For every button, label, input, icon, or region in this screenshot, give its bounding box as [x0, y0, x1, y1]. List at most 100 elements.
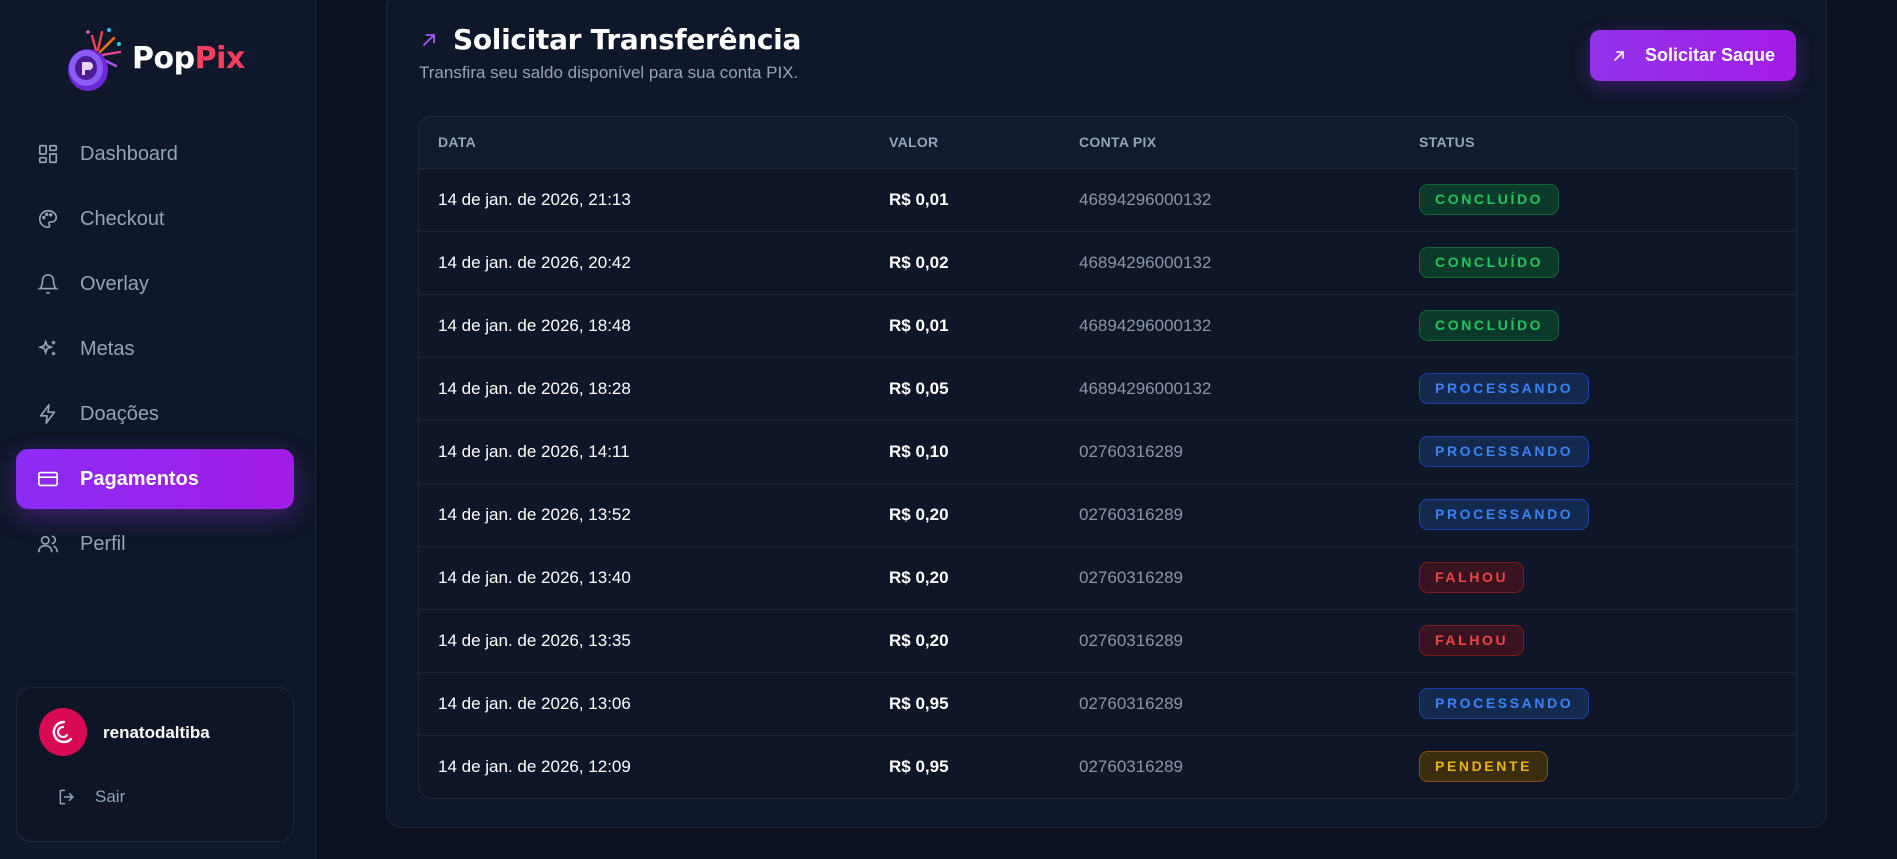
- sidebar-item-dashboard[interactable]: Dashboard: [16, 124, 294, 184]
- column-header-conta-pix: CONTA PIX: [1060, 117, 1400, 169]
- status-badge: FALHOU: [1419, 562, 1525, 593]
- cell-valor: R$ 0,10: [889, 441, 949, 461]
- status-badge: CONCLUÍDO: [1419, 184, 1560, 215]
- sidebar-item-checkout[interactable]: Checkout: [16, 189, 294, 249]
- cell-valor: R$ 0,95: [889, 756, 949, 776]
- table-row[interactable]: 14 de jan. de 2026, 13:35 R$ 0,20 027603…: [419, 609, 1796, 672]
- cell-valor: R$ 0,01: [889, 189, 949, 209]
- cell-valor: R$ 0,05: [889, 378, 949, 398]
- table-row[interactable]: 14 de jan. de 2026, 20:42 R$ 0,02 468942…: [419, 231, 1796, 294]
- cell-status: CONCLUÍDO: [1400, 231, 1796, 294]
- logo[interactable]: PopPix: [62, 22, 245, 94]
- table-row[interactable]: 14 de jan. de 2026, 21:13 R$ 0,01 468942…: [419, 168, 1796, 231]
- logout-icon: [57, 786, 79, 808]
- status-badge: PROCESSANDO: [1419, 688, 1590, 719]
- cell-date: 14 de jan. de 2026, 18:28: [438, 378, 631, 398]
- column-header-valor: VALOR: [870, 117, 1060, 169]
- cell-date: 14 de jan. de 2026, 14:11: [438, 441, 630, 461]
- cell-date: 14 de jan. de 2026, 13:35: [438, 630, 631, 650]
- zap-icon: [36, 402, 60, 426]
- cell-status: PROCESSANDO: [1400, 672, 1796, 735]
- brand-name: PopPix: [132, 41, 245, 76]
- status-badge: PROCESSANDO: [1419, 499, 1590, 530]
- sidebar-item-perfil[interactable]: Perfil: [16, 514, 294, 574]
- sidebar: PopPix Dashboard Checkout Overlay Metas …: [0, 0, 316, 859]
- status-badge: PROCESSANDO: [1419, 373, 1590, 404]
- status-badge: FALHOU: [1419, 625, 1525, 656]
- sidebar-item-overlay[interactable]: Overlay: [16, 254, 294, 314]
- cell-valor: R$ 0,20: [889, 504, 949, 524]
- cell-status: FALHOU: [1400, 546, 1796, 609]
- cell-status: PENDENTE: [1400, 735, 1796, 798]
- sidebar-item-label: Metas: [80, 337, 135, 360]
- cell-pix: 46894296000132: [1079, 189, 1212, 209]
- cell-pix: 02760316289: [1079, 756, 1184, 776]
- cell-status: FALHOU: [1400, 609, 1796, 672]
- sidebar-item-label: Dashboard: [80, 142, 178, 165]
- sidebar-nav: Dashboard Checkout Overlay Metas Doações: [16, 124, 294, 579]
- status-badge: PROCESSANDO: [1419, 436, 1590, 467]
- cell-status: CONCLUÍDO: [1400, 294, 1796, 357]
- column-header-data: DATA: [419, 117, 870, 169]
- cell-date: 14 de jan. de 2026, 13:52: [438, 504, 631, 524]
- cell-pix: 46894296000132: [1079, 378, 1212, 398]
- debian-swirl-icon: [52, 720, 73, 744]
- table-header-row: DATA VALOR CONTA PIX STATUS: [419, 117, 1796, 169]
- cell-date: 14 de jan. de 2026, 20:42: [438, 252, 631, 272]
- cell-pix: 02760316289: [1079, 504, 1184, 524]
- cell-date: 14 de jan. de 2026, 21:13: [438, 189, 631, 209]
- cell-date: 14 de jan. de 2026, 12:09: [438, 756, 631, 776]
- logout-label: Sair: [95, 787, 126, 806]
- sparkles-icon: [36, 337, 60, 361]
- transfer-panel: Solicitar Transferência Transfira seu sa…: [386, 0, 1827, 828]
- cell-status: PROCESSANDO: [1400, 357, 1796, 420]
- arrow-up-right-icon: [1611, 47, 1629, 65]
- status-badge: PENDENTE: [1419, 751, 1549, 783]
- cell-status: CONCLUÍDO: [1400, 168, 1796, 231]
- column-header-status: STATUS: [1400, 117, 1796, 169]
- palette-icon: [36, 207, 60, 231]
- sidebar-item-metas[interactable]: Metas: [16, 319, 294, 379]
- sidebar-item-doacoes[interactable]: Doações: [16, 384, 294, 444]
- cell-status: PROCESSANDO: [1400, 420, 1796, 483]
- status-badge: CONCLUÍDO: [1419, 247, 1560, 278]
- cell-pix: 02760316289: [1079, 630, 1184, 650]
- panel-header: Solicitar Transferência: [419, 23, 801, 56]
- cell-date: 14 de jan. de 2026, 13:40: [438, 567, 631, 587]
- cell-date: 14 de jan. de 2026, 13:06: [438, 693, 631, 713]
- logout-button[interactable]: Sair: [57, 786, 125, 808]
- sidebar-item-label: Pagamentos: [80, 467, 199, 490]
- table-row[interactable]: 14 de jan. de 2026, 14:11 R$ 0,10 027603…: [419, 420, 1796, 483]
- status-badge: CONCLUÍDO: [1419, 310, 1560, 341]
- avatar[interactable]: [39, 708, 87, 756]
- table-row[interactable]: 14 de jan. de 2026, 13:52 R$ 0,20 027603…: [419, 483, 1796, 546]
- request-withdrawal-button[interactable]: Solicitar Saque: [1590, 30, 1796, 81]
- table-row[interactable]: 14 de jan. de 2026, 18:48 R$ 0,01 468942…: [419, 294, 1796, 357]
- bell-icon: [36, 272, 60, 296]
- table-row[interactable]: 14 de jan. de 2026, 13:40 R$ 0,20 027603…: [419, 546, 1796, 609]
- user-card: renatodaltiba Sair: [16, 687, 294, 842]
- cell-status: PROCESSANDO: [1400, 483, 1796, 546]
- arrow-up-right-icon: [419, 28, 443, 52]
- sidebar-item-label: Perfil: [80, 532, 126, 555]
- credit-card-icon: [36, 467, 60, 491]
- sidebar-item-label: Doações: [80, 402, 159, 425]
- page-title: Solicitar Transferência: [453, 23, 802, 56]
- table-row[interactable]: 14 de jan. de 2026, 13:06 R$ 0,95 027603…: [419, 672, 1796, 735]
- cell-pix: 02760316289: [1079, 567, 1184, 587]
- sidebar-item-pagamentos[interactable]: Pagamentos: [16, 449, 294, 509]
- cell-valor: R$ 0,95: [889, 693, 949, 713]
- cell-pix: 02760316289: [1079, 441, 1184, 461]
- users-icon: [36, 532, 60, 556]
- table-row[interactable]: 14 de jan. de 2026, 18:28 R$ 0,05 468942…: [419, 357, 1796, 420]
- cell-date: 14 de jan. de 2026, 18:48: [438, 315, 631, 335]
- cell-valor: R$ 0,20: [889, 567, 949, 587]
- table-row[interactable]: 14 de jan. de 2026, 12:09 R$ 0,95 027603…: [419, 735, 1796, 798]
- brand-name-pix: Pix: [194, 40, 246, 76]
- request-withdrawal-label: Solicitar Saque: [1644, 45, 1776, 65]
- brand-name-pop: Pop: [132, 40, 195, 76]
- cell-pix: 46894296000132: [1079, 252, 1212, 272]
- username: renatodaltiba: [103, 723, 210, 742]
- transfers-table: DATA VALOR CONTA PIX STATUS 14 de jan. d…: [418, 116, 1797, 799]
- cell-valor: R$ 0,02: [889, 252, 949, 272]
